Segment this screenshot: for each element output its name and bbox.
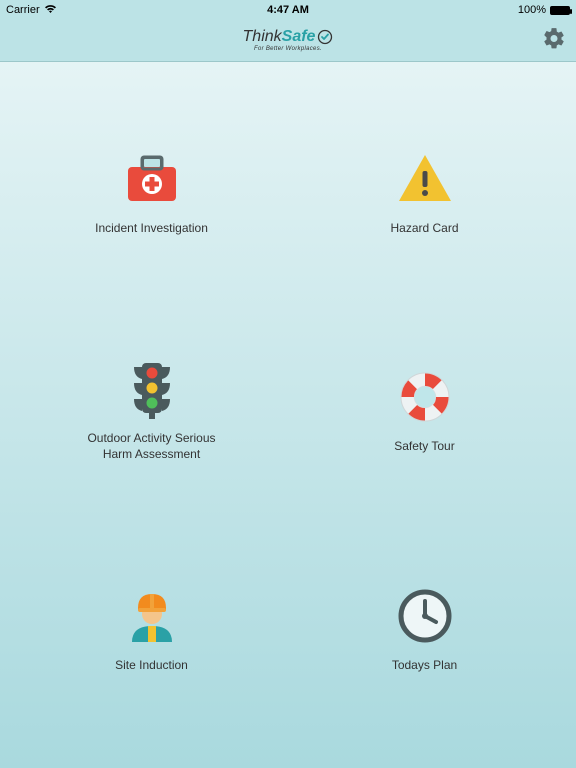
tile-label: Incident Investigation — [95, 221, 208, 237]
construction-worker-icon — [120, 584, 184, 648]
status-left: Carrier — [6, 4, 57, 17]
tile-hazard-card[interactable]: Hazard Card — [293, 92, 556, 291]
nav-bar: ThinkSafe For Better Workplaces. — [0, 20, 576, 62]
status-right: 100% — [518, 4, 570, 16]
app-logo: ThinkSafe For Better Workplaces. — [243, 29, 334, 51]
tile-safety-tour[interactable]: Safety Tour — [293, 311, 556, 510]
brand-thin: Think — [243, 29, 282, 46]
warning-triangle-icon — [393, 147, 457, 211]
carrier-label: Carrier — [6, 4, 40, 16]
settings-button[interactable] — [542, 26, 566, 55]
wifi-icon — [44, 4, 57, 17]
battery-pct: 100% — [518, 4, 546, 16]
battery-icon — [550, 6, 570, 15]
status-time: 4:47 AM — [267, 4, 309, 16]
clock-icon — [393, 584, 457, 648]
status-bar: Carrier 4:47 AM 100% — [0, 0, 576, 20]
app-title: ThinkSafe — [243, 29, 334, 45]
tile-label: Safety Tour — [394, 439, 454, 455]
app-tagline: For Better Workplaces. — [243, 46, 334, 52]
tile-label: Site Induction — [115, 658, 188, 674]
brand-bold: Safe — [282, 29, 316, 46]
tile-label: Todays Plan — [392, 658, 457, 674]
tile-site-induction[interactable]: Site Induction — [20, 529, 283, 728]
tile-label: Outdoor Activity Serious Harm Assessment — [72, 431, 232, 462]
first-aid-kit-icon — [120, 147, 184, 211]
lifebuoy-icon — [393, 365, 457, 429]
tile-label: Hazard Card — [390, 221, 458, 237]
gear-icon — [542, 26, 566, 50]
home-grid: Incident Investigation Hazard Card — [0, 62, 576, 768]
checkmark-icon — [317, 29, 333, 45]
traffic-light-icon — [120, 357, 184, 421]
tile-outdoor-assessment[interactable]: Outdoor Activity Serious Harm Assessment — [20, 311, 283, 510]
tile-todays-plan[interactable]: Todays Plan — [293, 529, 556, 728]
tile-incident-investigation[interactable]: Incident Investigation — [20, 92, 283, 291]
